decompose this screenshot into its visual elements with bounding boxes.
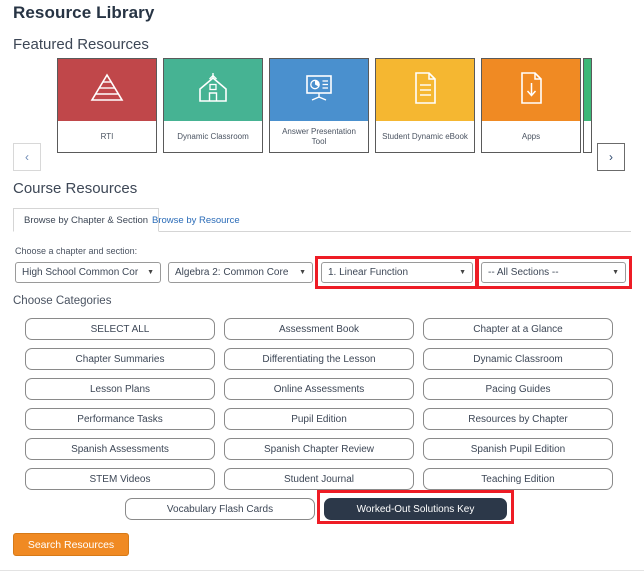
- category-assessment-book[interactable]: Assessment Book: [224, 318, 414, 340]
- card-label: Student Dynamic eBook: [376, 121, 474, 153]
- category-label: Spanish Chapter Review: [264, 444, 374, 455]
- category-pacing-guides[interactable]: Pacing Guides: [423, 378, 613, 400]
- category-label: SELECT ALL: [91, 324, 150, 335]
- featured-card-dynamic-classroom[interactable]: Dynamic Classroom: [163, 58, 263, 153]
- card-label: Dynamic Classroom: [164, 121, 262, 153]
- category-label: Pacing Guides: [485, 384, 550, 395]
- tab-browse-by-chapter-section[interactable]: Browse by Chapter & Section: [13, 208, 159, 232]
- chevron-down-icon: ▼: [299, 269, 306, 276]
- category-spanish-pupil-edition[interactable]: Spanish Pupil Edition: [423, 438, 613, 460]
- card-icon-area: [58, 59, 156, 121]
- search-resources-label: Search Resources: [28, 539, 114, 551]
- category-chapter-at-a-glance[interactable]: Chapter at a Glance: [423, 318, 613, 340]
- section-select[interactable]: -- All Sections -- ▼: [481, 262, 626, 283]
- chevron-left-icon: ‹: [25, 151, 29, 163]
- card-label: Answer Presentation Tool: [270, 121, 368, 153]
- featured-card-answer-presentation-tool[interactable]: Answer Presentation Tool: [269, 58, 369, 153]
- category-label: Worked-Out Solutions Key: [357, 504, 475, 515]
- featured-card-partial-next[interactable]: [583, 58, 592, 153]
- featured-card-apps[interactable]: Apps: [481, 58, 581, 153]
- category-resources-by-chapter[interactable]: Resources by Chapter: [423, 408, 613, 430]
- schoolhouse-icon: [195, 71, 231, 110]
- category-online-assessments[interactable]: Online Assessments: [224, 378, 414, 400]
- category-worked-out-solutions-key[interactable]: Worked-Out Solutions Key: [324, 498, 507, 520]
- category-label: Assessment Book: [279, 324, 359, 335]
- category-label: Lesson Plans: [90, 384, 150, 395]
- category-label: Pupil Edition: [291, 414, 347, 425]
- category-label: Vocabulary Flash Cards: [167, 504, 273, 515]
- category-spanish-chapter-review[interactable]: Spanish Chapter Review: [224, 438, 414, 460]
- category-vocabulary-flash-cards[interactable]: Vocabulary Flash Cards: [125, 498, 315, 520]
- card-icon-area: [270, 59, 368, 121]
- program-select[interactable]: High School Common Cor ▼: [15, 262, 161, 283]
- category-differentiating-the-lesson[interactable]: Differentiating the Lesson: [224, 348, 414, 370]
- card-icon-area: [584, 59, 591, 121]
- category-stem-videos[interactable]: STEM Videos: [25, 468, 215, 490]
- category-pupil-edition[interactable]: Pupil Edition: [224, 408, 414, 430]
- chevron-down-icon: ▼: [459, 269, 466, 276]
- choose-chapter-section-label: Choose a chapter and section:: [15, 246, 137, 256]
- tab-label: Browse by Chapter & Section: [24, 215, 148, 226]
- category-label: Teaching Edition: [481, 474, 554, 485]
- featured-resources-carousel: ‹ RTI: [0, 58, 644, 164]
- document-lines-icon: [410, 70, 440, 111]
- category-label: Resources by Chapter: [468, 414, 568, 425]
- carousel-prev-button[interactable]: ‹: [13, 143, 41, 171]
- category-performance-tasks[interactable]: Performance Tasks: [25, 408, 215, 430]
- course-resources-heading: Course Resources: [13, 180, 137, 197]
- category-label: Spanish Pupil Edition: [471, 444, 566, 455]
- resource-library-page: Resource Library Featured Resources ‹ RT…: [0, 0, 644, 581]
- category-label: Spanish Assessments: [71, 444, 169, 455]
- course-select[interactable]: Algebra 2: Common Core ▼: [168, 262, 313, 283]
- chevron-down-icon: ▼: [147, 269, 154, 276]
- category-dynamic-classroom[interactable]: Dynamic Classroom: [423, 348, 613, 370]
- bottom-divider: [0, 570, 644, 571]
- category-student-journal[interactable]: Student Journal: [224, 468, 414, 490]
- chapter-select[interactable]: 1. Linear Function ▼: [321, 262, 473, 283]
- card-label: Apps: [482, 121, 580, 153]
- category-spanish-assessments[interactable]: Spanish Assessments: [25, 438, 215, 460]
- chapter-select-value: 1. Linear Function: [328, 267, 455, 278]
- course-resources-tabs: Browse by Chapter & Section Browse by Re…: [13, 208, 631, 232]
- category-lesson-plans[interactable]: Lesson Plans: [25, 378, 215, 400]
- category-select-all[interactable]: SELECT ALL: [25, 318, 215, 340]
- featured-card-student-dynamic-ebook[interactable]: Student Dynamic eBook: [375, 58, 475, 153]
- card-icon-area: [482, 59, 580, 121]
- category-label: Online Assessments: [274, 384, 365, 395]
- program-select-value: High School Common Cor: [22, 267, 143, 278]
- category-label: Chapter Summaries: [76, 354, 165, 365]
- category-label: STEM Videos: [90, 474, 151, 485]
- card-icon-area: [376, 59, 474, 121]
- featured-resources-heading: Featured Resources: [13, 36, 149, 53]
- category-label: Chapter at a Glance: [473, 324, 563, 335]
- card-label: RTI: [58, 121, 156, 153]
- tab-label: Browse by Resource: [152, 215, 240, 226]
- chevron-right-icon: ›: [609, 151, 613, 163]
- category-teaching-edition[interactable]: Teaching Edition: [423, 468, 613, 490]
- category-label: Performance Tasks: [77, 414, 162, 425]
- category-label: Dynamic Classroom: [473, 354, 562, 365]
- search-resources-button[interactable]: Search Resources: [13, 533, 129, 556]
- section-select-value: -- All Sections --: [488, 267, 608, 278]
- tab-browse-by-resource[interactable]: Browse by Resource: [141, 208, 251, 232]
- document-download-icon: [516, 70, 546, 111]
- course-select-value: Algebra 2: Common Core: [175, 267, 295, 278]
- presentation-chart-icon: [301, 72, 337, 109]
- category-label: Differentiating the Lesson: [262, 354, 375, 365]
- carousel-next-button[interactable]: ›: [597, 143, 625, 171]
- page-title: Resource Library: [13, 3, 154, 23]
- category-label: Student Journal: [284, 474, 354, 485]
- featured-card-rti[interactable]: RTI: [57, 58, 157, 153]
- choose-categories-label: Choose Categories: [13, 295, 111, 307]
- pyramid-icon: [90, 73, 124, 108]
- card-icon-area: [164, 59, 262, 121]
- category-chapter-summaries[interactable]: Chapter Summaries: [25, 348, 215, 370]
- chevron-down-icon: ▼: [612, 269, 619, 276]
